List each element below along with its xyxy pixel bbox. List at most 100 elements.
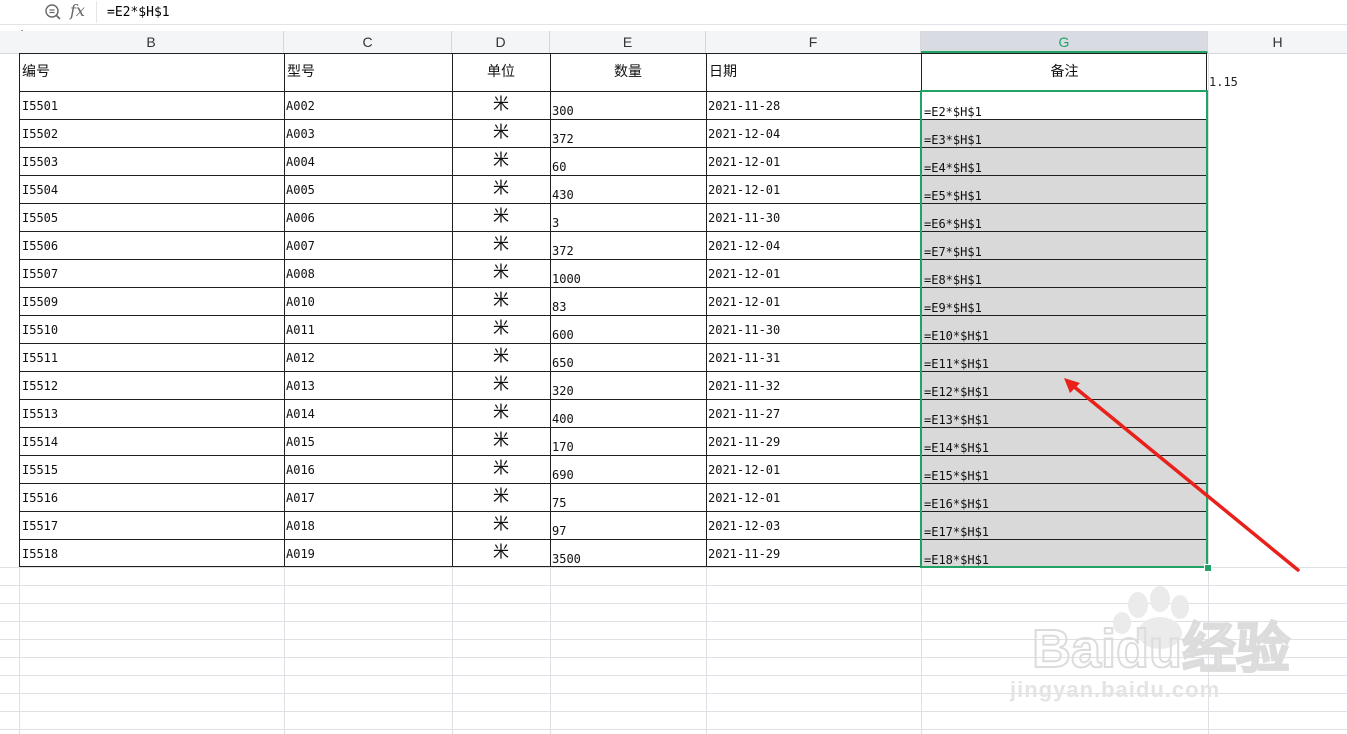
cell-unit[interactable]: 米	[452, 259, 550, 287]
header-cell-model[interactable]: 型号	[287, 53, 447, 91]
cell-id[interactable]: I5517	[22, 511, 282, 539]
cell-id[interactable]: I5512	[22, 371, 282, 399]
cell-model[interactable]: A003	[286, 119, 450, 147]
cell-unit[interactable]: 米	[452, 483, 550, 511]
cell-date[interactable]: 2021-11-30	[708, 315, 919, 343]
cell-note[interactable]: =E2*$H$1	[924, 91, 1206, 119]
cell-note[interactable]: =E4*$H$1	[924, 147, 1206, 175]
cell-model[interactable]: A018	[286, 511, 450, 539]
cell-date[interactable]: 2021-12-01	[708, 483, 919, 511]
cell-id[interactable]: I5501	[22, 91, 282, 119]
cell-qty[interactable]: 320	[552, 371, 704, 399]
cell-unit[interactable]: 米	[452, 371, 550, 399]
cell-unit[interactable]: 米	[452, 91, 550, 119]
cell-model[interactable]: A004	[286, 147, 450, 175]
cell-unit[interactable]: 米	[452, 175, 550, 203]
cell-unit[interactable]: 米	[452, 147, 550, 175]
header-cell-id[interactable]: 编号	[22, 53, 282, 91]
cell-model[interactable]: A002	[286, 91, 450, 119]
cell-model[interactable]: A014	[286, 399, 450, 427]
cell-note[interactable]: =E18*$H$1	[924, 539, 1206, 567]
cell-date[interactable]: 2021-11-30	[708, 203, 919, 231]
cell-qty[interactable]: 3	[552, 203, 704, 231]
cell-qty[interactable]: 1000	[552, 259, 704, 287]
fill-handle[interactable]	[1204, 564, 1212, 572]
cell-unit[interactable]: 米	[452, 119, 550, 147]
cell-model[interactable]: A015	[286, 427, 450, 455]
cell-unit[interactable]: 米	[452, 539, 550, 567]
column-header-c[interactable]: C	[284, 31, 452, 53]
cell-qty[interactable]: 690	[552, 455, 704, 483]
column-header-b[interactable]: B	[19, 31, 284, 53]
cell-date[interactable]: 2021-11-29	[708, 539, 919, 567]
cell-id[interactable]: I5509	[22, 287, 282, 315]
cell-unit[interactable]: 米	[452, 203, 550, 231]
column-header-h[interactable]: H	[1208, 31, 1347, 53]
cell-note[interactable]: =E16*$H$1	[924, 483, 1206, 511]
cell-date[interactable]: 2021-11-28	[708, 91, 919, 119]
cell-model[interactable]: A007	[286, 231, 450, 259]
column-header-g[interactable]: G	[921, 31, 1208, 53]
cell-id[interactable]: I5503	[22, 147, 282, 175]
cell-model[interactable]: A008	[286, 259, 450, 287]
cell-note[interactable]: =E6*$H$1	[924, 203, 1206, 231]
cell-qty[interactable]: 430	[552, 175, 704, 203]
cell-date[interactable]: 2021-12-01	[708, 287, 919, 315]
cell-note[interactable]: =E11*$H$1	[924, 343, 1206, 371]
cell-note[interactable]: =E5*$H$1	[924, 175, 1206, 203]
cell-qty[interactable]: 75	[552, 483, 704, 511]
cell-unit[interactable]: 米	[452, 287, 550, 315]
cell-qty[interactable]: 83	[552, 287, 704, 315]
column-header-d[interactable]: D	[452, 31, 550, 53]
header-cell-note[interactable]: 备注	[921, 53, 1208, 91]
cell-date[interactable]: 2021-11-27	[708, 399, 919, 427]
cell-model[interactable]: A016	[286, 455, 450, 483]
cell-note[interactable]: =E8*$H$1	[924, 259, 1206, 287]
cell-qty[interactable]: 3500	[552, 539, 704, 567]
cell-id[interactable]: I5514	[22, 427, 282, 455]
cell-date[interactable]: 2021-12-04	[708, 231, 919, 259]
cell-id[interactable]: I5502	[22, 119, 282, 147]
cell-qty[interactable]: 300	[552, 91, 704, 119]
zoom-icon[interactable]	[44, 3, 62, 21]
cell-qty[interactable]: 650	[552, 343, 704, 371]
cell-h1-value[interactable]: 1.15	[1209, 75, 1238, 89]
fx-icon[interactable]: fx	[70, 1, 90, 21]
cell-id[interactable]: I5518	[22, 539, 282, 567]
cell-model[interactable]: A011	[286, 315, 450, 343]
cell-id[interactable]: I5513	[22, 399, 282, 427]
cell-qty[interactable]: 97	[552, 511, 704, 539]
cell-date[interactable]: 2021-12-01	[708, 175, 919, 203]
cell-id[interactable]: I5516	[22, 483, 282, 511]
cell-note[interactable]: =E13*$H$1	[924, 399, 1206, 427]
cell-unit[interactable]: 米	[452, 427, 550, 455]
cell-note[interactable]: =E9*$H$1	[924, 287, 1206, 315]
cell-date[interactable]: 2021-12-01	[708, 147, 919, 175]
cell-date[interactable]: 2021-12-03	[708, 511, 919, 539]
cell-id[interactable]: I5504	[22, 175, 282, 203]
cell-id[interactable]: I5507	[22, 259, 282, 287]
header-cell-date[interactable]: 日期	[709, 53, 919, 91]
cell-date[interactable]: 2021-12-01	[708, 259, 919, 287]
cell-model[interactable]: A010	[286, 287, 450, 315]
cell-note[interactable]: =E17*$H$1	[924, 511, 1206, 539]
cell-unit[interactable]: 米	[452, 399, 550, 427]
cell-unit[interactable]: 米	[452, 315, 550, 343]
cell-date[interactable]: 2021-12-01	[708, 455, 919, 483]
spreadsheet-grid[interactable]: 编号 型号 单位 数量 日期 备注 I5501 A002 米 300 2021-11-2…	[0, 53, 1347, 734]
cell-id[interactable]: I5505	[22, 203, 282, 231]
cell-model[interactable]: A006	[286, 203, 450, 231]
cell-qty[interactable]: 372	[552, 119, 704, 147]
cell-id[interactable]: I5506	[22, 231, 282, 259]
cell-date[interactable]: 2021-11-29	[708, 427, 919, 455]
cell-note[interactable]: =E10*$H$1	[924, 315, 1206, 343]
cell-note[interactable]: =E12*$H$1	[924, 371, 1206, 399]
cell-model[interactable]: A013	[286, 371, 450, 399]
cell-id[interactable]: I5515	[22, 455, 282, 483]
formula-input[interactable]	[96, 1, 1336, 23]
cell-date[interactable]: 2021-11-31	[708, 343, 919, 371]
cell-note[interactable]: =E14*$H$1	[924, 427, 1206, 455]
column-header-f[interactable]: F	[706, 31, 921, 53]
cell-id[interactable]: I5511	[22, 343, 282, 371]
cell-note[interactable]: =E7*$H$1	[924, 231, 1206, 259]
